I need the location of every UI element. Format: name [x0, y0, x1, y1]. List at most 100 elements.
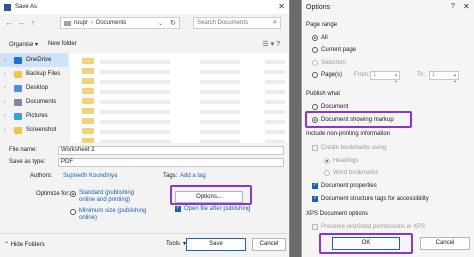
file-row[interactable]	[70, 98, 288, 106]
radio-icon	[312, 60, 318, 66]
radio-icon	[70, 209, 76, 215]
help-icon[interactable]: ?	[451, 3, 455, 10]
folder-icon	[64, 20, 71, 26]
radio-selected-icon	[312, 35, 318, 41]
stepper-arrows-icon[interactable]: ▲ ▼	[394, 71, 398, 85]
chevron-right-icon[interactable]: ›	[4, 71, 6, 77]
sidebar-item[interactable]: › Documents	[0, 95, 68, 109]
file-row[interactable]	[70, 68, 288, 76]
navigation-bar: ← → ↑ ruupr › Documents ⌄ ↻ Search Docum…	[0, 16, 289, 30]
sidebar-item[interactable]: › Backup Files	[0, 67, 68, 81]
folder-icon	[82, 138, 94, 143]
back-arrow-icon[interactable]: ←	[3, 20, 15, 27]
publish-document-radio[interactable]: Document	[312, 104, 348, 110]
close-icon[interactable]: ✕	[463, 2, 470, 11]
page-range-current-radio[interactable]: Current page	[312, 47, 356, 53]
page-range-selection-radio[interactable]: Selection	[312, 60, 346, 66]
file-row-cell	[200, 70, 240, 74]
chevron-right-icon[interactable]: ›	[4, 99, 6, 105]
sidebar-item[interactable]: › Desktop	[0, 81, 68, 95]
organise-button[interactable]: Organise ▾	[9, 41, 38, 48]
save-as-type-select[interactable]: PDF	[58, 158, 284, 167]
document-label: Document	[321, 104, 349, 110]
address-bar[interactable]: ruupr › Documents ⌄ ↻	[60, 17, 180, 29]
view-options-icon[interactable]: ☰ ▾ ?	[262, 40, 280, 48]
save-as-titlebar: Save As ✕	[0, 0, 289, 14]
file-row-cell	[100, 70, 170, 74]
radio-icon	[312, 72, 318, 78]
refresh-icon[interactable]: ↻	[170, 19, 176, 27]
document-structure-checkbox[interactable]: Document structure tags for accessibilit…	[312, 195, 429, 202]
folder-icon	[82, 78, 94, 84]
stepper-arrows-icon[interactable]: ▲ ▼	[453, 71, 457, 85]
save-button[interactable]: Save	[186, 238, 246, 251]
file-row[interactable]	[70, 118, 288, 126]
authors-label: Authors:	[30, 173, 53, 179]
folder-icon	[82, 68, 94, 74]
file-name-field[interactable]: Worksheet 2	[58, 146, 284, 155]
file-row[interactable]	[70, 88, 288, 96]
sidebar-item[interactable]: › Screenshot	[0, 123, 68, 137]
chevron-right-icon[interactable]: ›	[4, 57, 6, 63]
file-row-cell	[265, 120, 285, 124]
close-icon[interactable]: ✕	[278, 2, 285, 11]
chevron-right-icon[interactable]: ›	[4, 113, 6, 119]
file-row[interactable]	[70, 108, 288, 116]
create-bookmarks-checkbox[interactable]: Create bookmarks using:	[312, 145, 388, 151]
forward-arrow-icon[interactable]: →	[15, 20, 27, 27]
page-range-pages-radio[interactable]: Page(s)	[312, 72, 342, 78]
save-as-dialog: Save As ✕ ← → ↑ ruupr › Documents ⌄ ↻ Se…	[0, 0, 290, 257]
hide-folders-button[interactable]: ⌃ Hide Folders	[4, 241, 45, 248]
tags-value[interactable]: Add a tag	[180, 173, 206, 179]
chevron-down-icon[interactable]: ⌄	[158, 20, 163, 27]
sidebar-item-label: Backup Files	[26, 71, 61, 77]
breadcrumb-documents[interactable]: Documents	[96, 20, 126, 26]
file-row-cell	[100, 130, 170, 134]
file-row[interactable]	[70, 128, 288, 136]
preserve-permissions-checkbox[interactable]: Preserve restricted permissions in XPS	[312, 224, 425, 230]
open-after-publishing-checkbox[interactable]: Open file after publishing	[175, 205, 250, 212]
chevron-right-icon[interactable]: ›	[4, 127, 6, 133]
sidebar-item-label: Pictures	[26, 113, 48, 119]
selection-label: Selection	[321, 60, 346, 66]
sidebar-item[interactable]: › Pictures	[0, 109, 68, 123]
from-stepper[interactable]: 1 ▲ ▼	[370, 71, 400, 84]
breadcrumb-user[interactable]: ruupr	[74, 20, 88, 26]
non-printing-heading: Include non-printing information	[306, 131, 391, 137]
sidebar-item-label: Desktop	[26, 85, 49, 91]
folder-icon	[14, 84, 22, 92]
markup-highlight-box	[305, 111, 412, 128]
file-row-cell	[265, 70, 285, 74]
to-stepper[interactable]: 1 ▲ ▼	[429, 71, 459, 84]
ok-highlight-box	[319, 233, 413, 254]
word-bookmarks-radio[interactable]: Word bookmarks	[324, 170, 378, 176]
file-list[interactable]	[70, 53, 288, 143]
optimize-minimum-radio[interactable]: Minimum size (publishing online)	[70, 208, 150, 222]
folder-icon	[82, 108, 94, 114]
document-properties-checkbox[interactable]: Document properties	[312, 182, 377, 189]
file-row-cell	[200, 100, 240, 104]
sidebar-item[interactable]: › OneDrive	[0, 53, 68, 67]
file-row-cell	[200, 90, 240, 94]
file-row-cell	[265, 100, 285, 104]
cancel-button[interactable]: Cancel	[252, 238, 286, 251]
headings-label: Headings	[333, 158, 359, 164]
headings-radio[interactable]: Headings	[324, 158, 358, 164]
options-cancel-button[interactable]: Cancel	[420, 237, 470, 250]
page-range-all-radio[interactable]: All	[312, 35, 328, 41]
radio-icon	[312, 47, 318, 53]
optimize-standard-radio[interactable]: Standard (publishing online and printing…	[70, 190, 150, 204]
chevron-right-icon[interactable]: ›	[4, 85, 6, 91]
new-folder-button[interactable]: New folder	[48, 41, 77, 47]
file-row[interactable]	[70, 78, 288, 86]
preserve-permissions-label: Preserve restricted permissions in XPS	[321, 224, 426, 230]
file-row[interactable]	[70, 58, 288, 66]
tools-dropdown[interactable]: Tools	[166, 241, 180, 247]
up-arrow-icon[interactable]: ↑	[27, 20, 39, 27]
pages-label: Page(s)	[321, 72, 343, 78]
file-row[interactable]	[70, 138, 288, 143]
authors-value[interactable]: Supreeth Koundinya	[63, 173, 117, 179]
file-row-cell	[100, 110, 170, 114]
search-icon: ⌕	[273, 19, 277, 26]
search-input[interactable]: Search Documents ⌕	[193, 17, 281, 29]
